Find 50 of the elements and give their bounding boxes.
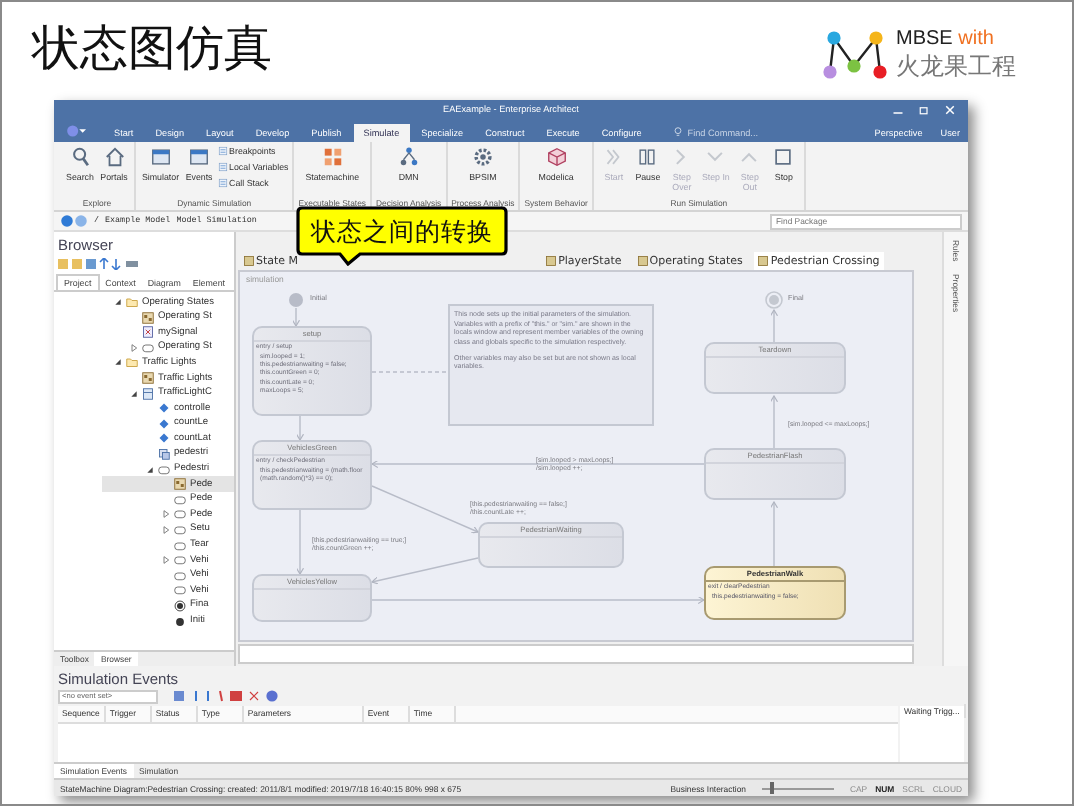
part-icon [158, 447, 170, 460]
list-icon [217, 161, 228, 172]
lightbulb-icon [673, 125, 682, 138]
toolbar-icons[interactable] [174, 690, 282, 703]
play-icon [602, 145, 625, 168]
toolbar-icons[interactable] [58, 258, 138, 271]
diagram-icon [758, 256, 769, 267]
final-node [765, 291, 783, 310]
pause-icon [636, 145, 659, 168]
search-icon [69, 145, 91, 168]
window-icon [188, 145, 211, 168]
logo-icon [822, 26, 890, 82]
list-icon [217, 177, 228, 188]
close-icon[interactable] [944, 104, 956, 116]
collapse-arrow-icon[interactable] [114, 298, 122, 307]
slide-title: 状态图仿真 [32, 18, 272, 78]
collapse-arrow-icon[interactable] [146, 465, 154, 474]
diagram-icon [142, 372, 154, 385]
restore-icon[interactable] [918, 104, 930, 116]
diagram-icon [637, 256, 648, 267]
grid-icon [321, 145, 344, 168]
collapse-arrow-icon[interactable] [130, 389, 138, 398]
diagram-icon [244, 256, 254, 267]
state-icon [142, 341, 154, 354]
logo-text: MBSE with [896, 27, 996, 51]
diagram-icon [174, 478, 186, 491]
stop-icon [772, 145, 795, 168]
diagram-icon [142, 311, 154, 324]
expand-arrow-icon[interactable] [162, 556, 170, 565]
folder-icon [126, 296, 138, 309]
logo-subtitle: 火龙果工程 [896, 51, 1016, 81]
expand-arrow-icon[interactable] [130, 343, 138, 352]
folder-icon [126, 356, 138, 369]
window-icon [149, 145, 172, 168]
final-node-icon [174, 599, 186, 612]
collapse-arrow-icon[interactable] [114, 358, 122, 367]
app-menu-icon[interactable] [66, 123, 86, 138]
initial-node-icon [174, 615, 186, 628]
class-icon [142, 387, 154, 400]
network-icon [397, 145, 420, 168]
initial-node [289, 293, 303, 308]
cube-icon [545, 145, 568, 168]
navigation-icon[interactable] [60, 214, 88, 229]
callout: 状态之间的转换 [296, 206, 508, 266]
diagram-icon [546, 256, 557, 267]
signal-icon [142, 326, 154, 339]
gear-icon [471, 145, 494, 168]
house-icon [103, 145, 125, 168]
state-icon [158, 463, 170, 476]
scrollbar[interactable] [238, 643, 914, 664]
